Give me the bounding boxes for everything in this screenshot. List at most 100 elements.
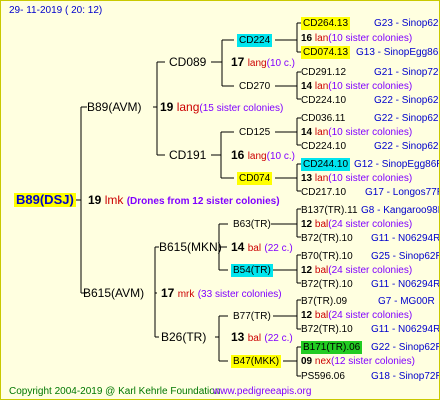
l4-info: 16 lan(10 sister colonies) <box>301 32 412 45</box>
l2-count: 16 <box>231 148 245 162</box>
l2-count: 17 <box>231 55 245 69</box>
l2-info: 16 lang(10 c.) <box>231 148 295 164</box>
l4-count: 13 <box>301 173 313 184</box>
l4-node: B72(TR).10 <box>301 324 353 335</box>
l2-count: 13 <box>231 330 245 344</box>
l1-info: 17 mrk (33 sister colonies) <box>161 286 282 302</box>
l4-count: 12 <box>301 310 313 321</box>
l1-info: 19 lang(15 sister colonies) <box>160 100 283 116</box>
footer-copyright: Copyright 2004-2019 @ Karl Kehrle Founda… <box>9 386 221 397</box>
l2-sis: (22 c.) <box>264 333 293 344</box>
l4-ref: G21 - Sinop72R <box>374 67 440 78</box>
l3-node: CD224 <box>237 34 273 47</box>
l4-ref: G13 - SinopEgg86R <box>356 47 440 58</box>
l2-lang: lang <box>247 151 267 162</box>
l4-sis: (10 sister colonies) <box>328 33 413 44</box>
l3-node: CD074 <box>237 172 273 185</box>
header-date: 29- 11-2019 ( 20: 12) <box>9 5 103 16</box>
l1-count: 17 <box>161 286 175 300</box>
l4-info: 12 bal(24 sister colonies) <box>301 218 412 231</box>
l1-node: B615(AVM) <box>83 286 145 300</box>
l2-sis: (22 c.) <box>264 243 293 254</box>
l4-lang: lan <box>314 127 329 138</box>
l4-node: B137(TR).11 <box>301 205 358 216</box>
root-info: 19 lmk (Drones from 12 sister colonies) <box>88 193 280 209</box>
l3-node: B63(TR) <box>233 219 271 230</box>
l4-lang: nex <box>314 356 332 367</box>
l4-ref: G11 - N06294R <box>371 324 440 335</box>
l4-lang: lan <box>314 81 329 92</box>
l4-count: 14 <box>301 81 313 92</box>
l2-lang: bal <box>247 333 262 344</box>
l2-info: 17 lang(10 c.) <box>231 55 295 71</box>
l4-ref: G22 - Sinop62R <box>374 113 440 124</box>
l1-sis: (33 sister colonies) <box>197 289 282 300</box>
l2-sis: (10 c.) <box>266 58 295 69</box>
l4-sis: (12 sister colonies) <box>331 356 415 367</box>
root-note: (Drones from 12 sister colonies) <box>126 196 280 207</box>
l2-node: CD089 <box>169 55 207 69</box>
l4-ref: G12 - SinopEgg86R <box>354 159 440 170</box>
l4-ref: G22 - Sinop62R <box>374 141 440 152</box>
l4-node: CD074.13 <box>301 46 351 59</box>
l4-node: CD244.10 <box>301 158 351 171</box>
l4-sis: (10 sister colonies) <box>328 173 413 184</box>
l4-node: B70(TR).10 <box>301 251 353 262</box>
l4-count: 12 <box>301 219 313 230</box>
l1-lang: mrk <box>177 289 195 300</box>
l4-info: 13 lan(10 sister colonies) <box>301 172 412 185</box>
root-lang: lmk <box>104 193 124 207</box>
l4-count: 16 <box>301 33 313 44</box>
l4-node: CD224.10 <box>301 95 347 106</box>
l4-node: CD217.10 <box>301 187 347 198</box>
l4-ref: G17 - Longos77R <box>365 187 440 198</box>
l4-ref: G23 - Sinop62R <box>374 18 440 29</box>
l4-ref: G11 - N06294R <box>371 233 440 244</box>
l1-node: B89(AVM) <box>87 100 142 114</box>
l2-lang: lang <box>247 58 267 69</box>
pedigree-frame: 29- 11-2019 ( 20: 12) B89(DSJ) 19 lmk (D… <box>0 0 440 400</box>
l4-sis: (10 sister colonies) <box>328 127 413 138</box>
l4-info: 12 bal(24 sister colonies) <box>301 264 412 277</box>
l4-lang: bal <box>314 265 329 276</box>
l4-info: 14 lan(10 sister colonies) <box>301 126 412 139</box>
l2-node: CD191 <box>169 148 207 162</box>
l4-info: 09 nex(12 sister colonies) <box>301 355 415 368</box>
l4-lang: lan <box>314 173 329 184</box>
l4-ref: G18 - Sinop72R <box>371 371 440 382</box>
l3-node: B54(TR) <box>231 264 273 277</box>
root-count: 19 <box>88 193 102 207</box>
l1-count: 19 <box>160 100 174 114</box>
root-node: B89(DSJ) <box>14 192 76 207</box>
l1-sis: (15 sister colonies) <box>199 103 284 114</box>
l4-count: 12 <box>301 265 313 276</box>
l3-node: B77(TR) <box>233 311 271 322</box>
l4-count: 14 <box>301 127 313 138</box>
l4-sis: (10 sister colonies) <box>328 81 413 92</box>
l3-node: CD270 <box>239 81 271 92</box>
l4-node: CD264.13 <box>301 17 351 30</box>
l4-node: B72(TR).10 <box>301 279 353 290</box>
l3-node: CD125 <box>239 127 271 138</box>
l4-sis: (24 sister colonies) <box>328 310 413 321</box>
l4-info: 14 lan(10 sister colonies) <box>301 80 412 93</box>
footer-link[interactable]: www.pedigreeapis.org <box>213 385 311 398</box>
l2-sis: (10 c.) <box>266 151 295 162</box>
l4-node: B7(TR).09 <box>301 296 348 307</box>
l4-sis: (24 sister colonies) <box>328 265 413 276</box>
l4-lang: bal <box>314 219 329 230</box>
l2-info: 13 bal (22 c.) <box>231 330 293 346</box>
l4-ref: G25 - Sinop62R <box>371 251 440 262</box>
l4-node: CD036.11 <box>301 113 346 124</box>
l4-info: 12 bal(24 sister colonies) <box>301 309 412 322</box>
l2-node: B615(MKN) <box>159 240 222 254</box>
l4-count: 09 <box>301 356 313 367</box>
l4-lang: bal <box>314 310 329 321</box>
l4-ref: G22 - Sinop62R <box>374 95 440 106</box>
l4-node: CD224.10 <box>301 141 347 152</box>
l4-node: CD291.12 <box>301 67 347 78</box>
l2-node: B26(TR) <box>161 330 207 344</box>
l4-ref: G11 - N06294R <box>371 279 440 290</box>
l4-ref: G7 - MG00R <box>378 296 435 307</box>
l3-node: B47(MKK) <box>231 355 282 368</box>
